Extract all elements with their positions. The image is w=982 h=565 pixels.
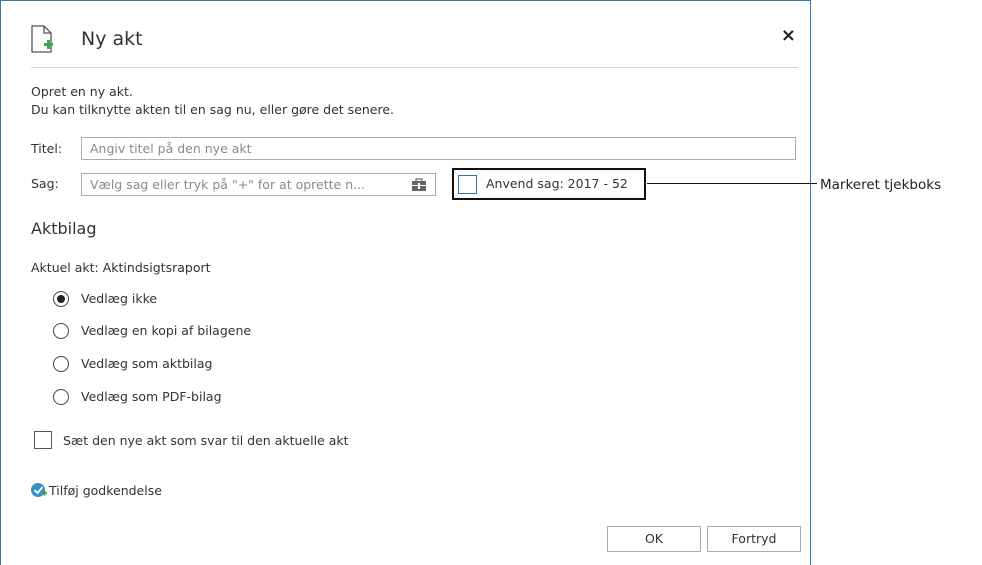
callout-line <box>647 183 817 184</box>
ok-button[interactable]: OK <box>607 526 701 552</box>
radio-attach-copy[interactable] <box>53 323 69 339</box>
apply-case-checkbox[interactable] <box>458 175 477 194</box>
radio-attach-as-pdf[interactable] <box>53 389 69 405</box>
callout-label: Markeret tjekboks <box>820 177 942 193</box>
approval-check-icon[interactable] <box>31 482 47 498</box>
title-input[interactable] <box>81 137 796 160</box>
header-divider <box>31 67 798 68</box>
radio-attach-as-pdf-label: Vedlæg som PDF-bilag <box>81 389 222 404</box>
radio-attach-as-act[interactable] <box>53 356 69 372</box>
case-picker-icon[interactable] <box>411 178 427 192</box>
close-icon[interactable]: × <box>781 27 796 45</box>
apply-case-label: Anvend sag: 2017 - 52 <box>486 176 628 191</box>
case-input[interactable] <box>81 173 436 196</box>
add-approval-link[interactable]: Tilføj godkendelse <box>49 483 162 498</box>
radio-attach-copy-label: Vedlæg en kopi af bilagene <box>81 323 252 338</box>
radio-attach-none[interactable] <box>53 291 69 307</box>
new-act-dialog: Ny akt × Opret en ny akt. Du kan tilknyt… <box>0 0 811 565</box>
radio-attach-none-label: Vedlæg ikke <box>81 291 158 306</box>
intro-line-2: Du kan tilknytte akten til en sag nu, el… <box>31 102 395 117</box>
title-label: Titel: <box>31 141 62 156</box>
reply-checkbox[interactable] <box>34 431 52 449</box>
new-document-icon <box>31 25 53 53</box>
reply-checkbox-label: Sæt den nye akt som svar til den aktuell… <box>63 433 349 448</box>
intro-line-1: Opret en ny akt. <box>31 84 133 99</box>
radio-attach-as-act-label: Vedlæg som aktbilag <box>81 356 213 371</box>
cancel-button[interactable]: Fortryd <box>707 526 801 552</box>
case-label: Sag: <box>31 176 59 191</box>
current-act-text: Aktuel akt: Aktindsigtsraport <box>31 260 211 275</box>
attachments-heading: Aktbilag <box>31 219 97 238</box>
dialog-title: Ny akt <box>81 28 143 50</box>
